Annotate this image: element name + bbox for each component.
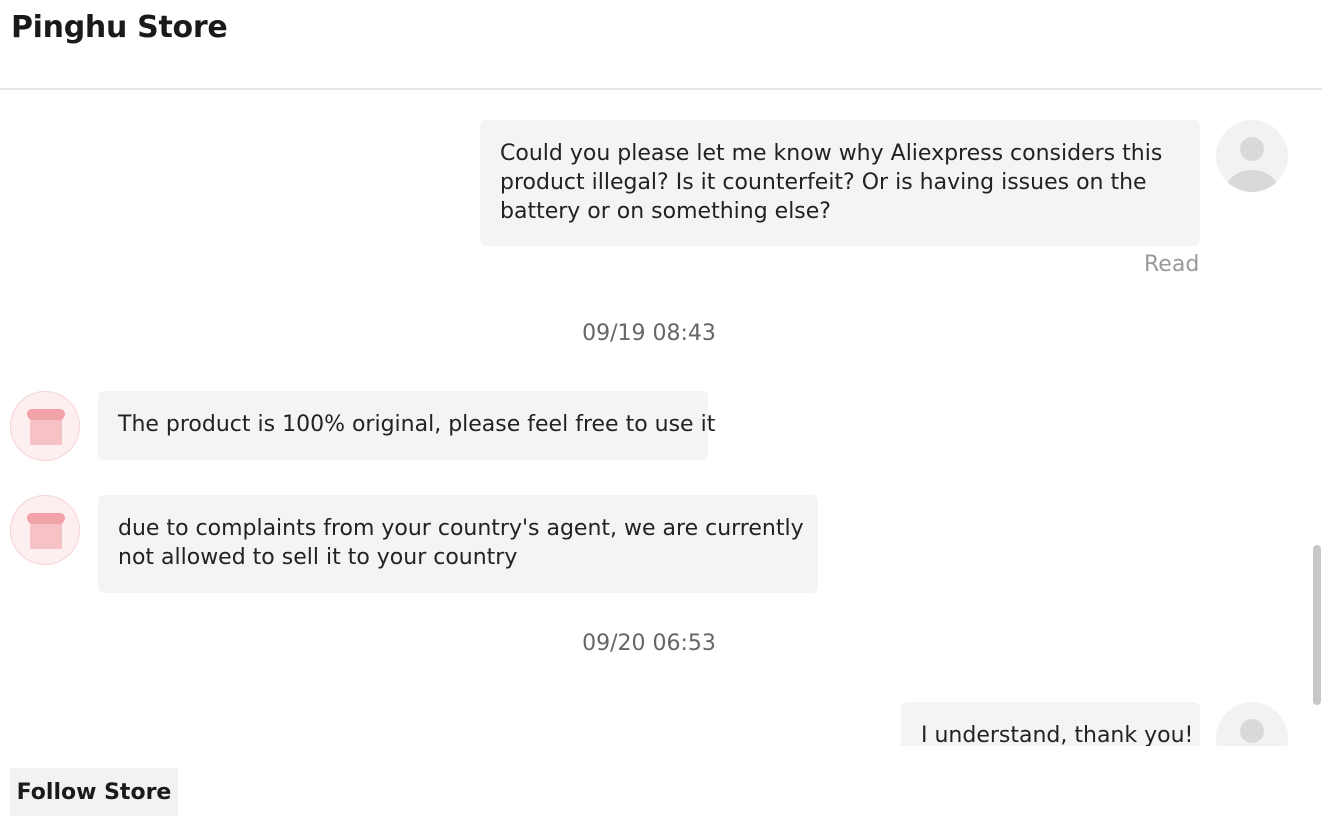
message-text-line: due to complaints from your country's ag… xyxy=(118,516,804,541)
message-text-line: The product is 100% original, please fee… xyxy=(118,412,716,437)
scrollbar-thumb[interactable] xyxy=(1313,545,1321,705)
user-avatar-icon xyxy=(1216,120,1288,192)
chat-scrollbar[interactable] xyxy=(1310,90,1322,826)
user-avatar-icon xyxy=(1216,702,1288,746)
message-text-line: product illegal? Is it counterfeit? Or i… xyxy=(500,170,1147,195)
message-timestamp: 09/20 06:53 xyxy=(582,631,716,656)
read-status: Read xyxy=(1144,252,1200,277)
message-text-line: battery or on something else? xyxy=(500,199,831,224)
storefront-icon xyxy=(10,495,80,565)
follow-store-button[interactable]: Follow Store xyxy=(10,768,178,816)
message-bubble-store: due to complaints from your country's ag… xyxy=(98,495,818,593)
store-name[interactable]: Pinghu Store xyxy=(11,10,228,45)
message-text-line: I understand, thank you! xyxy=(921,723,1194,746)
chat-header: Pinghu Store xyxy=(0,0,1322,90)
message-bubble-store: The product is 100% original, please fee… xyxy=(98,391,716,460)
message-bubble-user: Could you please let me know why Aliexpr… xyxy=(480,120,1200,246)
panel-edge xyxy=(1322,0,1326,826)
message-timestamp: 09/19 08:43 xyxy=(582,321,716,346)
message-bubble-user: I understand, thank you! xyxy=(901,702,1200,746)
message-text-line: not allowed to sell it to your country xyxy=(118,545,518,570)
message-text-line: Could you please let me know why Aliexpr… xyxy=(500,141,1163,166)
message-list[interactable]: Could you please let me know why Aliexpr… xyxy=(0,90,1310,746)
storefront-icon xyxy=(10,391,80,461)
